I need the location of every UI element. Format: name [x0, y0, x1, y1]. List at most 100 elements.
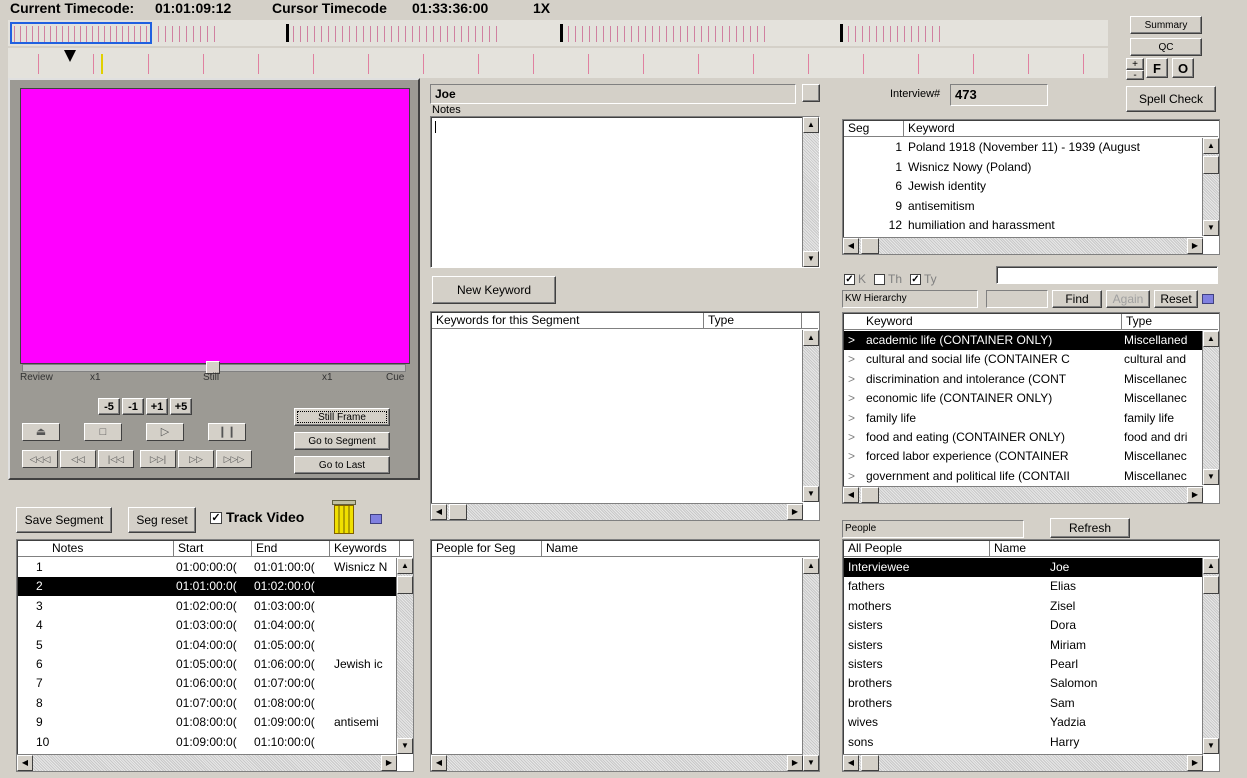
segment-row[interactable]: 8 01:07:00:0(01:08:00:0( — [18, 694, 397, 713]
reset-button[interactable]: Reset — [1154, 290, 1198, 308]
new-keyword-button[interactable]: New Keyword — [432, 276, 556, 304]
expand-chevron-icon[interactable]: > — [848, 331, 858, 350]
segment-row[interactable]: 6 01:05:00:0(01:06:00:0(Jewish ic — [18, 655, 397, 674]
keyword-row[interactable]: 1 Poland 1918 (November 11) - 1939 (Augus… — [844, 138, 1203, 157]
hierarchy-row[interactable]: > academic life (CONTAINER ONLY) Miscellan… — [844, 331, 1203, 350]
step-plus-1-button[interactable]: +1 — [146, 398, 168, 415]
scroll-left-icon[interactable] — [843, 487, 859, 503]
scroll-thumb[interactable] — [449, 504, 467, 520]
video-screen[interactable] — [20, 88, 410, 364]
eject-button[interactable]: ⏏ — [22, 423, 60, 441]
col-header-name[interactable]: Name — [542, 541, 802, 557]
notes-vscroll[interactable] — [802, 117, 819, 267]
hierarchy-options-icon[interactable] — [1202, 294, 1214, 304]
segment-row[interactable]: 2 01:01:00:0(01:02:00:0( — [18, 577, 397, 597]
people-vscroll[interactable] — [1202, 558, 1219, 754]
keyword-search-input[interactable] — [996, 266, 1218, 284]
segments-hscroll[interactable] — [17, 754, 397, 771]
person-row[interactable]: sisters Miriam — [844, 636, 1203, 655]
segment-people-list[interactable]: People for Seg Name — [430, 539, 820, 772]
name-toggle-button[interactable] — [802, 84, 820, 102]
segments-vscroll[interactable] — [396, 558, 413, 754]
person-row[interactable]: brothers Sam — [844, 694, 1203, 713]
segment-row[interactable]: 10 01:09:00:0(01:10:00:0( — [18, 733, 397, 752]
hierarchy-row[interactable]: > family life family life — [844, 409, 1203, 428]
ty-checkbox[interactable]: ✓ — [910, 274, 921, 285]
scroll-right-icon[interactable] — [1187, 755, 1203, 771]
scroll-down-icon[interactable] — [1203, 220, 1219, 236]
rewind-fast-button[interactable]: ◁◁◁ — [22, 450, 58, 468]
zoom-out-button[interactable]: - — [1126, 70, 1144, 81]
scroll-thumb[interactable] — [861, 238, 879, 254]
interviewee-name-field[interactable]: Joe — [430, 84, 796, 104]
scroll-down-icon[interactable] — [803, 755, 819, 771]
hierarchy-hscroll[interactable] — [843, 486, 1203, 503]
k-checkbox[interactable]: ✓ — [844, 274, 855, 285]
step-minus-5-button[interactable]: -5 — [98, 398, 120, 415]
people-list[interactable]: All People Name Interviewee Joe fathers Eli… — [842, 539, 1220, 772]
hierarchy-row[interactable]: > cultural and social life (CONTAINER C cu… — [844, 350, 1203, 369]
segment-options-icon[interactable] — [370, 514, 382, 524]
segment-row[interactable]: 3 01:02:00:0(01:03:00:0( — [18, 597, 397, 616]
segment-keywords-hscroll[interactable] — [431, 503, 803, 520]
trash-icon[interactable] — [332, 500, 356, 534]
scroll-right-icon[interactable] — [1187, 487, 1203, 503]
person-row[interactable]: mothers Zisel — [844, 597, 1203, 616]
seg-reset-button[interactable]: Seg reset — [128, 507, 196, 533]
person-row[interactable]: sisters Dora — [844, 616, 1203, 635]
hierarchy-row[interactable]: > government and political life (CONTAII M… — [844, 467, 1203, 486]
keyword-list-hscroll[interactable] — [843, 237, 1203, 254]
person-row[interactable]: sons Harry — [844, 733, 1203, 752]
keyword-row[interactable]: 1 Wisnicz Nowy (Poland) — [844, 158, 1203, 177]
scroll-down-icon[interactable] — [803, 486, 819, 502]
scroll-left-icon[interactable] — [431, 504, 447, 520]
col-header-keywords-segment[interactable]: Keywords for this Segment — [432, 313, 704, 329]
col-header-keywords[interactable]: Keywords — [330, 541, 400, 557]
rewind-step-button[interactable]: |◁◁ — [98, 450, 134, 468]
col-header-hierarchy-type[interactable]: Type — [1122, 314, 1204, 330]
kw-hierarchy-field[interactable]: KW Hierarchy — [842, 290, 978, 308]
hierarchy-vscroll[interactable] — [1202, 331, 1219, 485]
scroll-thumb[interactable] — [861, 487, 879, 503]
keyword-row[interactable]: 9 antisemitism — [844, 197, 1203, 216]
col-header-all-people[interactable]: All People — [844, 541, 990, 557]
scroll-down-icon[interactable] — [1203, 738, 1219, 754]
expand-chevron-icon[interactable]: > — [848, 350, 858, 369]
person-row[interactable]: wives Yadzia — [844, 713, 1203, 732]
col-header-hierarchy-keyword[interactable]: Keyword — [862, 314, 1122, 330]
col-header-keyword[interactable]: Keyword — [904, 121, 1204, 137]
timeline-track-lower[interactable] — [8, 48, 1108, 78]
interview-number-field[interactable]: 473 — [950, 84, 1048, 106]
o-button[interactable]: O — [1172, 58, 1194, 78]
scroll-down-icon[interactable] — [1203, 469, 1219, 485]
scroll-down-icon[interactable] — [803, 251, 819, 267]
scroll-thumb[interactable] — [1203, 156, 1219, 174]
col-header-start[interactable]: Start — [174, 541, 252, 557]
scroll-up-icon[interactable] — [1203, 138, 1219, 154]
keyword-row[interactable]: 6 Jewish identity — [844, 177, 1203, 196]
step-plus-5-button[interactable]: +5 — [170, 398, 192, 415]
expand-chevron-icon[interactable]: > — [848, 409, 858, 428]
hierarchy-row[interactable]: > food and eating (CONTAINER ONLY) food an… — [844, 428, 1203, 447]
segment-people-vscroll[interactable] — [802, 558, 819, 771]
col-header-person-name[interactable]: Name — [990, 541, 1204, 557]
segment-row[interactable]: 7 01:06:00:0(01:07:00:0( — [18, 674, 397, 693]
still-frame-button[interactable]: Still Frame — [294, 408, 390, 426]
col-header-end[interactable]: End — [252, 541, 330, 557]
track-video-checkbox[interactable]: ✓ — [210, 512, 222, 524]
spell-check-button[interactable]: Spell Check — [1126, 86, 1216, 112]
scroll-thumb[interactable] — [861, 755, 879, 771]
pause-button[interactable]: ❙❙ — [208, 423, 246, 441]
save-segment-button[interactable]: Save Segment — [16, 507, 112, 533]
timeline-track-upper[interactable] — [8, 20, 1108, 46]
find-button[interactable]: Find — [1052, 290, 1102, 308]
again-button[interactable]: Again — [1106, 290, 1150, 308]
scroll-up-icon[interactable] — [397, 558, 413, 574]
scroll-down-icon[interactable] — [397, 738, 413, 754]
hierarchy-row[interactable]: > discrimination and intolerance (CONT Mis… — [844, 370, 1203, 389]
stop-button[interactable]: □ — [84, 423, 122, 441]
scroll-thumb[interactable] — [1203, 576, 1219, 594]
refresh-button[interactable]: Refresh — [1050, 518, 1130, 538]
hierarchy-row[interactable]: > forced labor experience (CONTAINER Misce… — [844, 447, 1203, 466]
segments-table[interactable]: Notes Start End Keywords 1 01:00:00:0(01:… — [16, 539, 414, 772]
